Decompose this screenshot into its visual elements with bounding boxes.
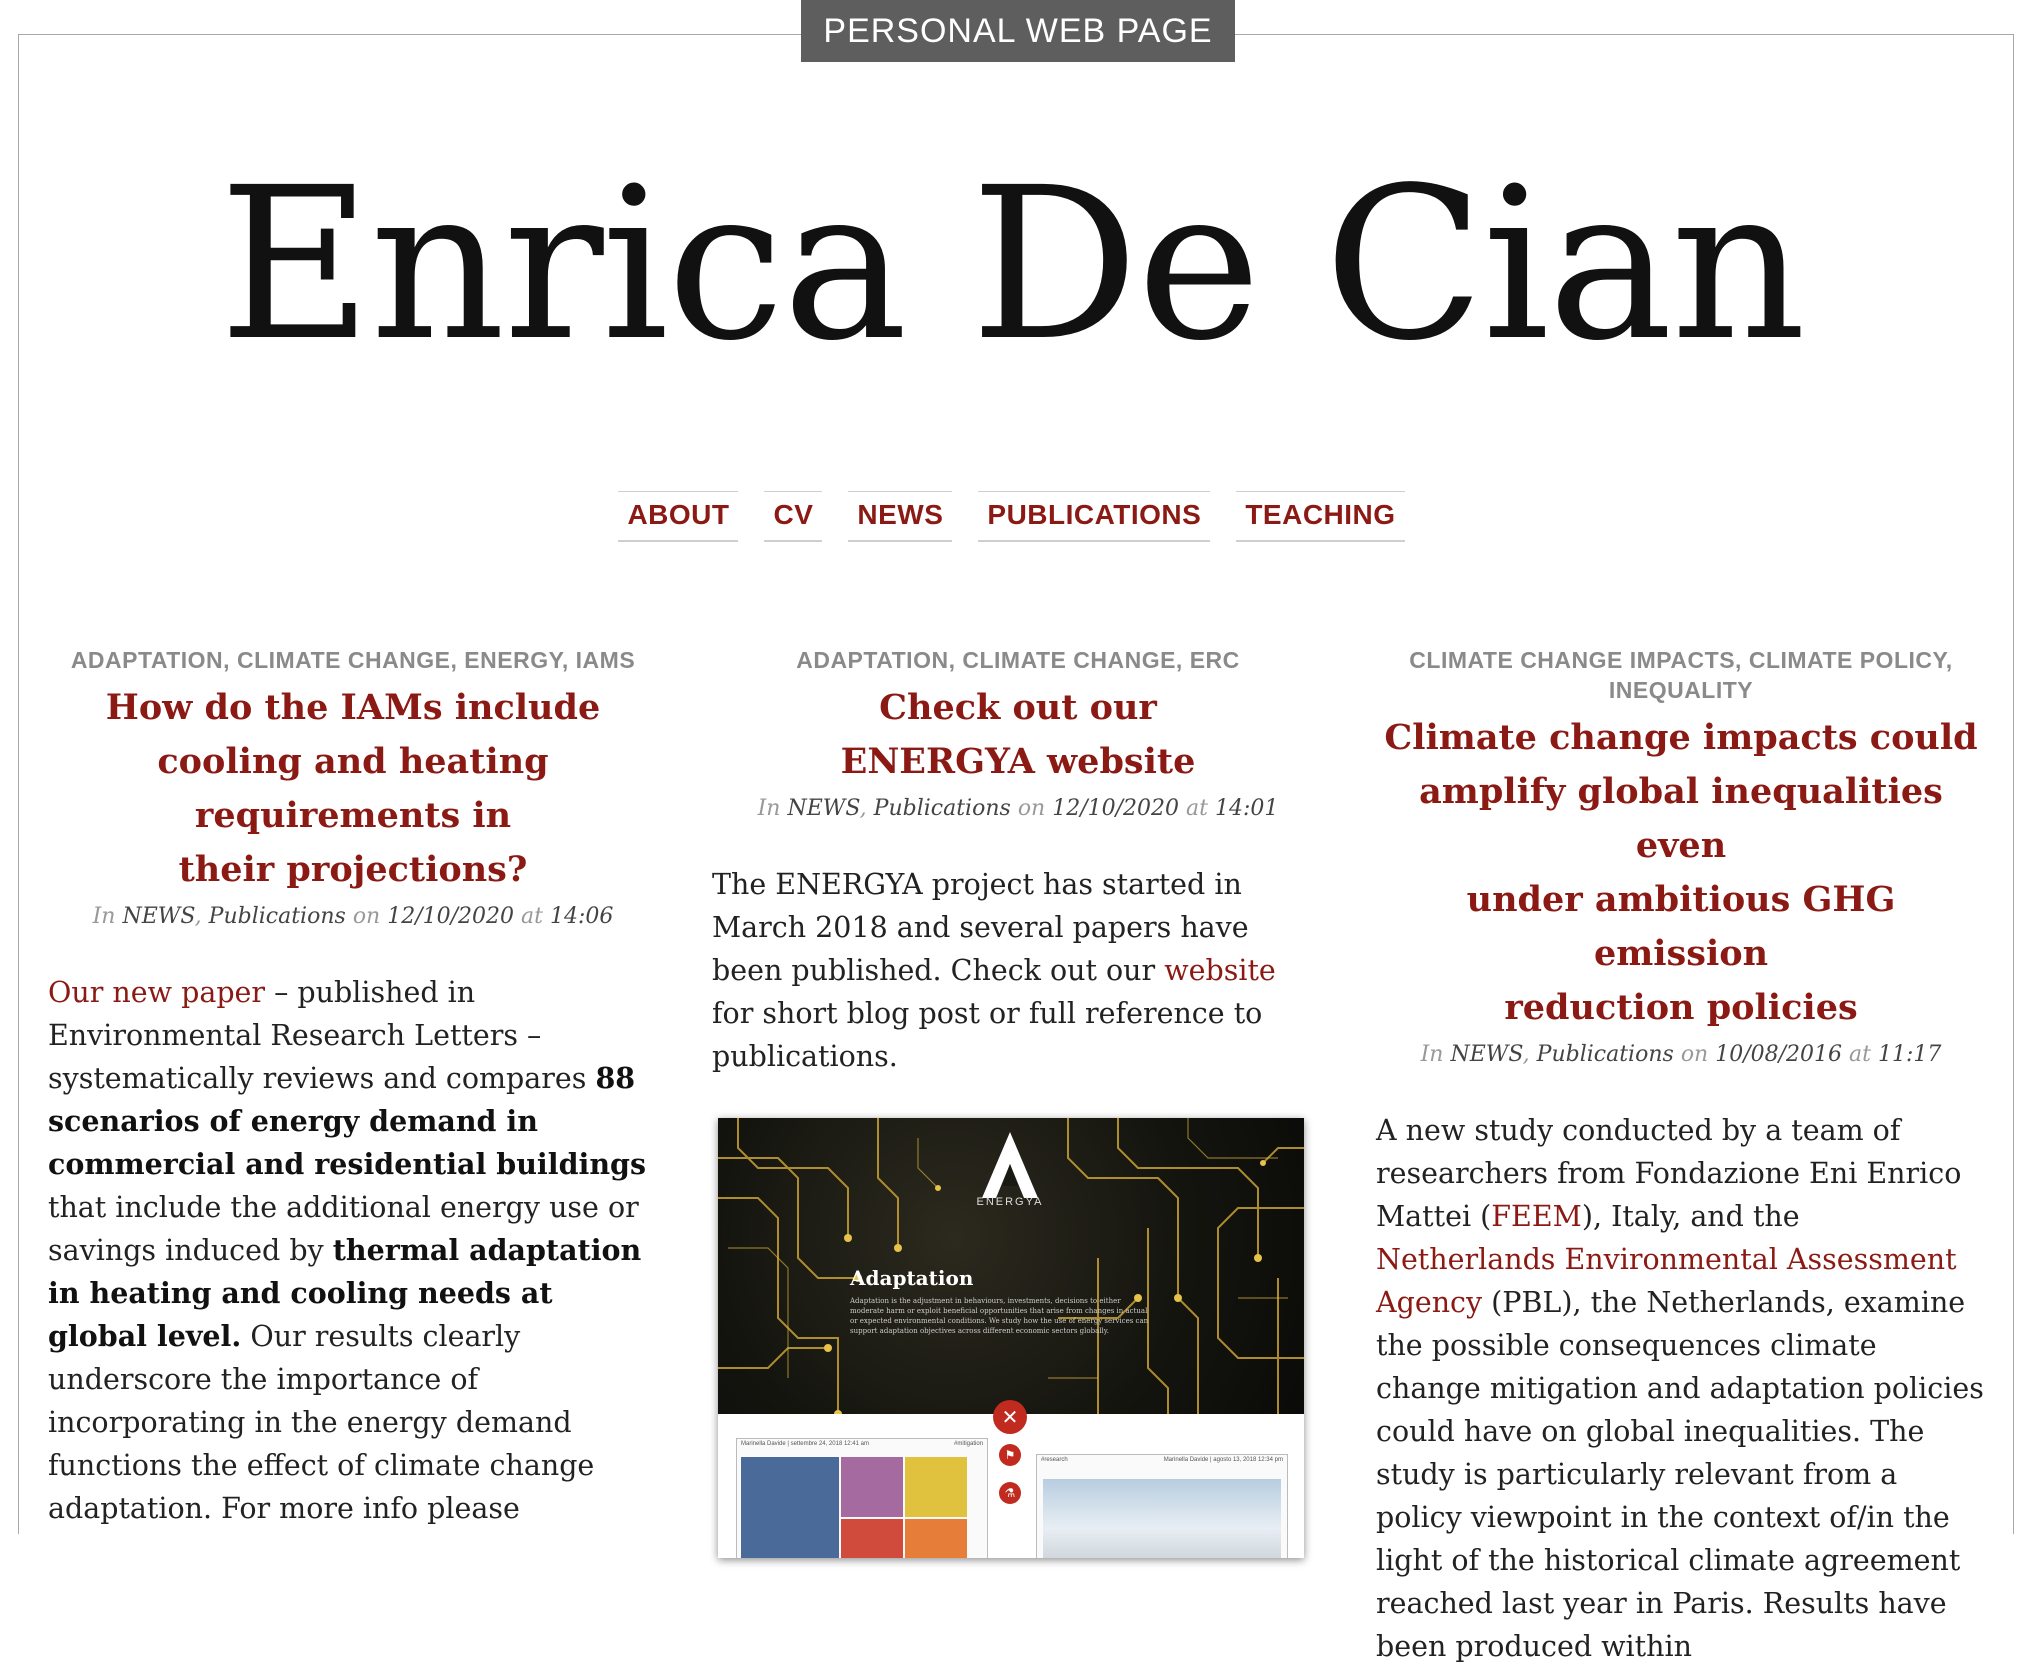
post-categories: ADAPTATION, CLIMATE CHANGE, ERC	[796, 647, 1240, 673]
meta-category-news[interactable]: NEWS	[122, 904, 194, 929]
feem-link[interactable]: FEEM	[1491, 1200, 1582, 1233]
meta-category-publications[interactable]: Publications	[209, 904, 346, 929]
meta-on: on	[352, 904, 381, 929]
flag-icon: ⚑	[999, 1444, 1021, 1466]
category-link[interactable]: ERC	[1190, 647, 1240, 673]
flask-icon: ⚗	[999, 1482, 1021, 1504]
site-tagline: PERSONAL WEB PAGE	[801, 0, 1235, 62]
post-title[interactable]: Climate change impacts could amplify glo…	[1376, 711, 1986, 1035]
adaptation-heading: Adaptation	[850, 1266, 974, 1290]
nav-cv[interactable]: CV	[764, 491, 823, 542]
post-time: 14:06	[550, 904, 614, 929]
card-author: Marinella Davide | settembre 24, 2018 12…	[741, 1441, 869, 1447]
body-text: for short blog post or full reference to…	[712, 997, 1263, 1073]
category-link[interactable]: CLIMATE CHANGE IMPACTS	[1409, 647, 1735, 673]
category-link[interactable]: CLIMATE CHANGE	[962, 647, 1176, 673]
meta-at: at	[1849, 1042, 1872, 1067]
adaptation-text: Adaptation is the adjustment in behaviou…	[850, 1297, 1149, 1335]
meta-category-publications[interactable]: Publications	[874, 796, 1011, 821]
main-nav: ABOUT CV NEWS PUBLICATIONS TEACHING	[0, 491, 2023, 542]
meta-category-news[interactable]: NEWS	[1450, 1042, 1522, 1067]
meta-in: In	[757, 796, 781, 821]
post-title-line[interactable]: How do the IAMs include	[48, 681, 658, 735]
post-time: 14:01	[1215, 796, 1279, 821]
post-title-line[interactable]: requirements in	[48, 789, 658, 843]
category-link[interactable]: CLIMATE CHANGE	[237, 647, 451, 673]
post-title-line[interactable]: amplify global inequalities even	[1376, 765, 1986, 873]
post-time: 11:17	[1878, 1042, 1942, 1067]
post-body: The ENERGYA project has started in March…	[712, 863, 1324, 1078]
energya-logo-text: ENERGYA	[976, 1196, 1044, 1208]
post-title-line[interactable]: under ambitious GHG emission	[1376, 873, 1986, 981]
post-title[interactable]: Check out our ENERGYA website	[712, 681, 1324, 789]
post-categories: CLIMATE CHANGE IMPACTS, CLIMATE POLICY, I…	[1409, 647, 1953, 703]
post-meta: In NEWS, Publications on 10/08/2016 at 1…	[1420, 1042, 1942, 1067]
post-title-line[interactable]: Climate change impacts could	[1376, 711, 1986, 765]
post-categories: ADAPTATION, CLIMATE CHANGE, ENERGY, IAMS	[70, 647, 636, 673]
blog-card-research: #research Marinella Davide | agosto 13, …	[1036, 1454, 1288, 1558]
post-title-line[interactable]: reduction policies	[1376, 981, 1986, 1035]
post-title-line[interactable]: Check out our	[712, 681, 1324, 735]
blog-card-mitigation: Marinella Davide | settembre 24, 2018 12…	[736, 1438, 988, 1558]
card-author: Marinella Davide | agosto 13, 2018 12:34…	[1163, 1457, 1283, 1463]
post-title[interactable]: How do the IAMs include cooling and heat…	[48, 681, 658, 897]
meta-on: on	[1017, 796, 1046, 821]
meta-category-news[interactable]: NEWS	[787, 796, 859, 821]
treemap-block	[841, 1457, 903, 1517]
close-circle-icon: ✕	[993, 1400, 1027, 1434]
nav-news[interactable]: NEWS	[848, 491, 953, 542]
nav-publications[interactable]: PUBLICATIONS	[978, 491, 1211, 542]
meta-at: at	[1186, 796, 1209, 821]
energya-website-screenshot[interactable]: ENERGYA Adaptation Adaptation is the adj…	[718, 1118, 1304, 1558]
card-tag: #mitigation	[953, 1441, 983, 1447]
post-title-line[interactable]: cooling and heating	[48, 735, 658, 789]
site-title[interactable]: Enrica De Cian	[0, 130, 2023, 400]
post-energya-website: ADAPTATION, CLIMATE CHANGE, ERC Check ou…	[712, 645, 1324, 1558]
post-title-line[interactable]: ENERGYA website	[712, 735, 1324, 789]
new-paper-link[interactable]: Our new paper	[48, 976, 265, 1009]
post-iams-cooling-heating: ADAPTATION, CLIMATE CHANGE, ENERGY, IAMS…	[48, 645, 658, 1530]
category-link[interactable]: ENERGY	[464, 647, 562, 673]
body-text: ), Italy, and the	[1581, 1200, 1800, 1233]
category-link[interactable]: ADAPTATION	[71, 647, 223, 673]
meta-on: on	[1680, 1042, 1709, 1067]
website-link[interactable]: website	[1164, 954, 1276, 987]
treemap-block	[905, 1519, 967, 1558]
post-meta: In NEWS, Publications on 12/10/2020 at 1…	[757, 796, 1279, 821]
category-link[interactable]: ADAPTATION	[796, 647, 948, 673]
meta-at: at	[521, 904, 544, 929]
treemap-block	[841, 1519, 903, 1558]
sky-photo	[1043, 1479, 1281, 1558]
meta-in: In	[1420, 1042, 1444, 1067]
meta-in: In	[92, 904, 116, 929]
category-link[interactable]: INEQUALITY	[1609, 677, 1753, 703]
post-body: A new study conducted by a team of resea…	[1376, 1109, 1986, 1668]
energya-logo-icon	[982, 1132, 1038, 1198]
post-date: 10/08/2016	[1715, 1042, 1843, 1067]
category-link[interactable]: CLIMATE POLICY	[1749, 647, 1946, 673]
post-date: 12/10/2020	[387, 904, 515, 929]
body-text: (PBL), the Netherlands, examine the poss…	[1376, 1286, 1984, 1663]
post-date: 12/10/2020	[1052, 796, 1180, 821]
circuit-banner: ENERGYA Adaptation Adaptation is the adj…	[718, 1118, 1304, 1414]
nav-about[interactable]: ABOUT	[618, 491, 739, 542]
treemap-block	[905, 1457, 967, 1517]
card-tag: #research	[1041, 1457, 1068, 1463]
post-meta: In NEWS, Publications on 12/10/2020 at 1…	[92, 904, 614, 929]
meta-category-publications[interactable]: Publications	[1537, 1042, 1674, 1067]
nav-teaching[interactable]: TEACHING	[1236, 491, 1405, 542]
post-body: Our new paper – published in Environment…	[48, 971, 658, 1530]
post-climate-inequalities: CLIMATE CHANGE IMPACTS, CLIMATE POLICY, I…	[1376, 645, 1986, 1668]
category-link[interactable]: IAMS	[576, 647, 636, 673]
post-title-line[interactable]: their projections?	[48, 843, 658, 897]
